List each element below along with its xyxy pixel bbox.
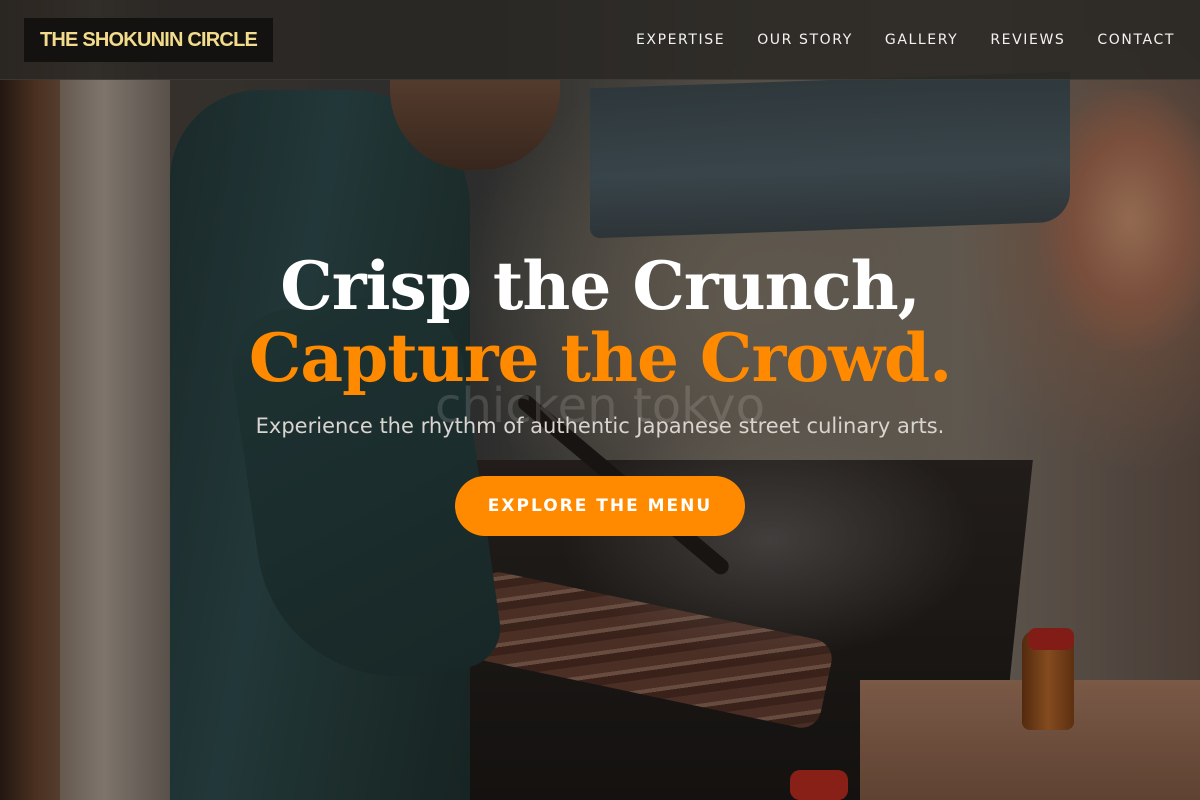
site-header: THE SHOKUNIN CIRCLE EXPERTISE OUR STORY … bbox=[0, 0, 1200, 80]
hero-headline: Crisp the Crunch, Capture the Crowd. bbox=[0, 250, 1200, 394]
explore-menu-button[interactable]: EXPLORE THE MENU bbox=[455, 476, 745, 536]
hero-headline-line-1: Crisp the Crunch, bbox=[280, 247, 921, 325]
nav-link-gallery[interactable]: GALLERY bbox=[885, 32, 958, 48]
nav-link-expertise[interactable]: EXPERTISE bbox=[636, 32, 725, 48]
site-logo[interactable]: THE SHOKUNIN CIRCLE bbox=[24, 17, 274, 62]
hero-tagline: Experience the rhythm of authentic Japan… bbox=[255, 414, 945, 438]
nav-link-our-story[interactable]: OUR STORY bbox=[757, 32, 853, 48]
hero-headline-line-2: Capture the Crowd. bbox=[248, 319, 952, 397]
main-nav: EXPERTISE OUR STORY GALLERY REVIEWS CONT… bbox=[636, 32, 1175, 48]
nav-link-contact[interactable]: CONTACT bbox=[1097, 32, 1175, 48]
hero-section: Crisp the Crunch, Capture the Crowd. Exp… bbox=[0, 250, 1200, 536]
nav-link-reviews[interactable]: REVIEWS bbox=[990, 32, 1065, 48]
